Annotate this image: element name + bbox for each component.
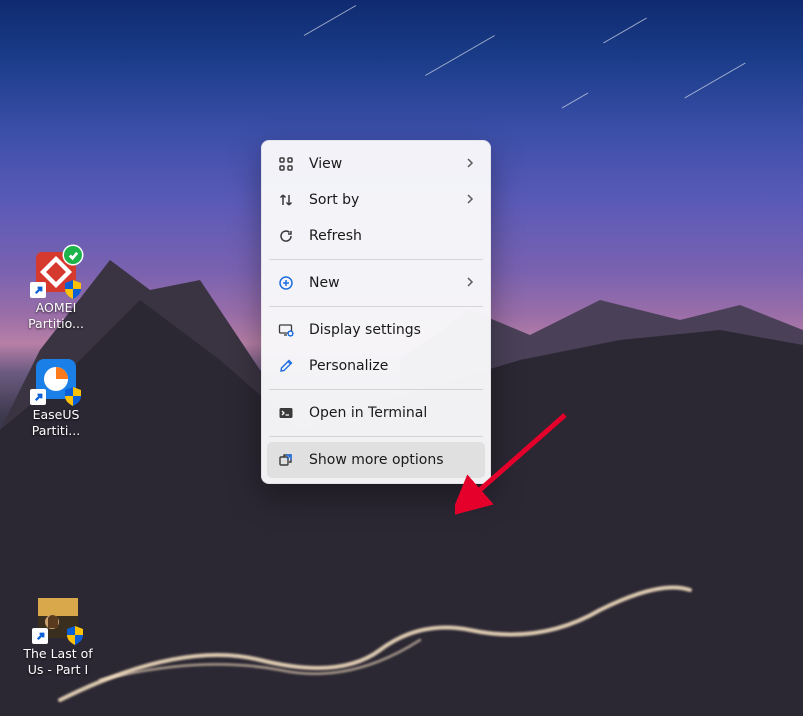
desktop-background[interactable]: AOMEI Partitio... EaseUS Partiti... bbox=[0, 0, 803, 716]
menu-item-new[interactable]: New bbox=[267, 265, 485, 301]
chevron-right-icon bbox=[465, 156, 475, 172]
menu-separator bbox=[269, 306, 483, 307]
lastofus-icon bbox=[34, 594, 82, 642]
menu-item-label: Personalize bbox=[309, 358, 388, 374]
desktop-icon-lastofus[interactable]: The Last of Us - Part I bbox=[18, 594, 98, 677]
grid-icon bbox=[277, 155, 295, 173]
menu-separator bbox=[269, 259, 483, 260]
desktop-context-menu: View Sort by Refresh New bbox=[261, 140, 491, 484]
new-icon bbox=[277, 274, 295, 292]
desktop-icons-column: AOMEI Partitio... EaseUS Partiti... bbox=[18, 248, 98, 463]
easeus-icon bbox=[32, 355, 80, 403]
menu-item-sort-by[interactable]: Sort by bbox=[267, 182, 485, 218]
menu-item-label: View bbox=[309, 156, 342, 172]
refresh-icon bbox=[277, 227, 295, 245]
uac-shield-icon bbox=[62, 278, 84, 300]
desktop-icon-label: The Last of Us - Part I bbox=[18, 646, 98, 677]
menu-separator bbox=[269, 436, 483, 437]
menu-item-label: Display settings bbox=[309, 322, 421, 338]
menu-item-label: Open in Terminal bbox=[309, 405, 427, 421]
uac-shield-icon bbox=[62, 385, 84, 407]
menu-item-label: New bbox=[309, 275, 340, 291]
aomei-icon bbox=[32, 248, 80, 296]
show-more-icon bbox=[277, 451, 295, 469]
desktop-icon-label: AOMEI Partitio... bbox=[18, 300, 94, 331]
menu-item-show-more-options[interactable]: Show more options bbox=[267, 442, 485, 478]
chevron-right-icon bbox=[465, 192, 475, 208]
terminal-icon bbox=[277, 404, 295, 422]
check-badge-icon bbox=[64, 246, 82, 264]
shortcut-arrow-icon bbox=[30, 389, 46, 405]
menu-item-personalize[interactable]: Personalize bbox=[267, 348, 485, 384]
menu-item-display-settings[interactable]: Display settings bbox=[267, 312, 485, 348]
menu-item-label: Refresh bbox=[309, 228, 362, 244]
display-settings-icon bbox=[277, 321, 295, 339]
menu-item-view[interactable]: View bbox=[267, 146, 485, 182]
menu-item-refresh[interactable]: Refresh bbox=[267, 218, 485, 254]
chevron-right-icon bbox=[465, 275, 475, 291]
menu-item-label: Show more options bbox=[309, 452, 444, 468]
uac-shield-icon bbox=[64, 624, 86, 646]
menu-item-open-terminal[interactable]: Open in Terminal bbox=[267, 395, 485, 431]
menu-item-label: Sort by bbox=[309, 192, 359, 208]
shortcut-arrow-icon bbox=[32, 628, 48, 644]
menu-separator bbox=[269, 389, 483, 390]
shortcut-arrow-icon bbox=[30, 282, 46, 298]
desktop-icon-easeus[interactable]: EaseUS Partiti... bbox=[18, 355, 94, 438]
sort-icon bbox=[277, 191, 295, 209]
desktop-icon-label: EaseUS Partiti... bbox=[18, 407, 94, 438]
desktop-icon-aomei[interactable]: AOMEI Partitio... bbox=[18, 248, 94, 331]
personalize-icon bbox=[277, 357, 295, 375]
